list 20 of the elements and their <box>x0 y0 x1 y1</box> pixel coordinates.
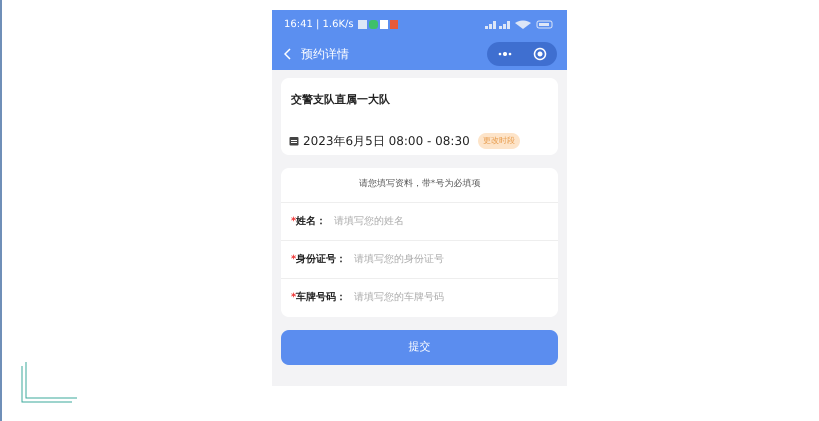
change-time-badge[interactable]: 更改时段 <box>478 132 520 148</box>
more-icon[interactable] <box>498 52 512 56</box>
form-hint: 请您填写资料，带*号为必填项 <box>281 168 558 202</box>
submit-button[interactable]: 提交 <box>281 330 558 364</box>
back-icon[interactable] <box>284 48 291 60</box>
appointment-time: 2023年6月5日 08:00 - 08:30 <box>303 132 470 150</box>
app-icons <box>358 20 398 28</box>
input-field[interactable]: 请填写您的姓名 <box>326 214 506 228</box>
input-field[interactable]: 请填写您的车牌号码 <box>346 290 526 305</box>
signal-battery-icon <box>485 20 555 28</box>
close-icon[interactable] <box>532 47 546 61</box>
corner-mark-icon <box>20 362 78 404</box>
status-time-text: 16:41 | 1.6K/s <box>284 18 354 32</box>
field-label: *姓名： <box>291 214 326 228</box>
input-field[interactable]: 请填写您的身份证号 <box>346 252 526 266</box>
page-title: 预约详情 <box>301 46 349 63</box>
calendar-icon <box>289 136 299 146</box>
field-label: *车牌号码： <box>291 290 346 305</box>
unit-name: 交警支队直属一大队 <box>290 92 391 108</box>
field-label: *身份证号： <box>291 252 346 266</box>
